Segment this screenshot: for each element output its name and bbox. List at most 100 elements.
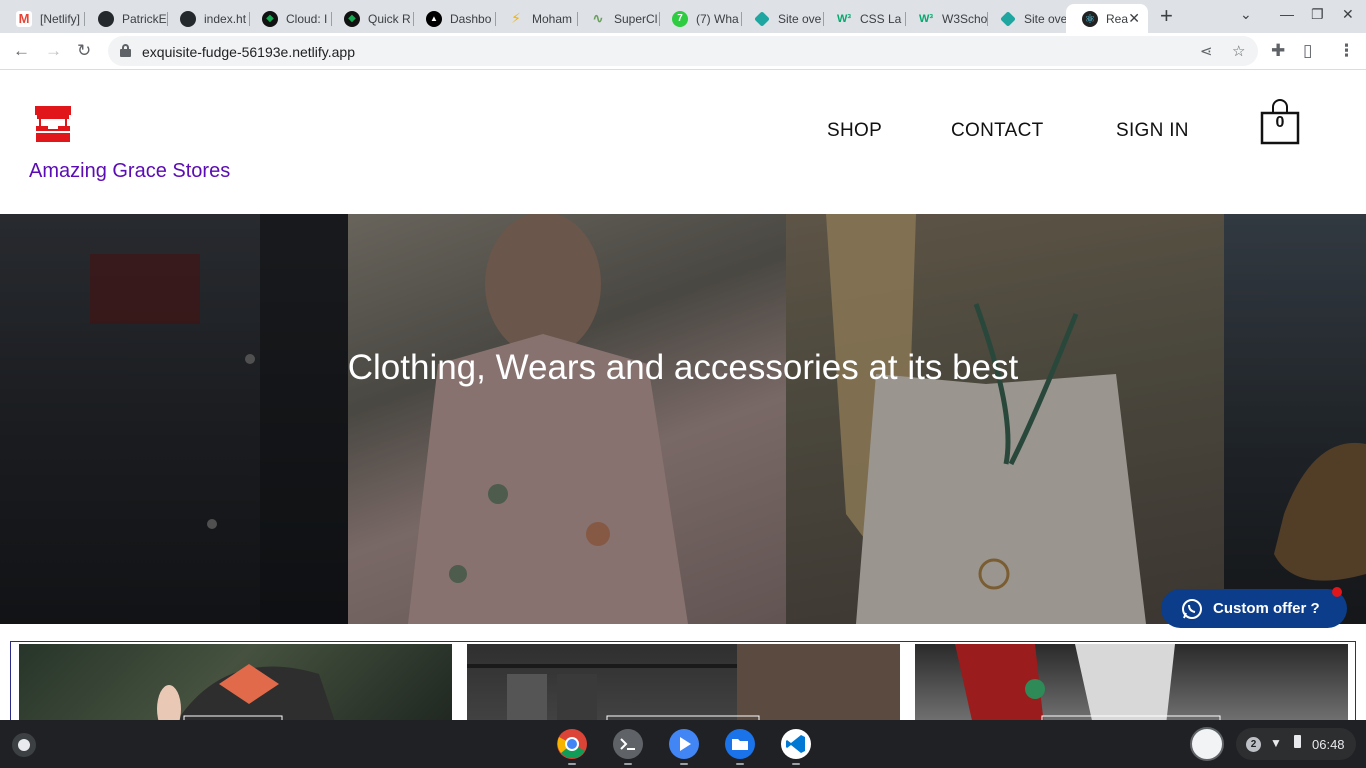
launcher-icon[interactable]: [12, 733, 36, 757]
app-running-indicator: [680, 763, 688, 765]
browser-tab[interactable]: ∿ SuperCl: [574, 4, 660, 33]
browser-tab[interactable]: ▲ Dashbo: [410, 4, 496, 33]
browser-tab[interactable]: ◆ Cloud: I: [246, 4, 332, 33]
tab-label: CSS La: [860, 11, 902, 26]
tab-label: PatrickE: [122, 11, 167, 26]
tab-label: Rea: [1106, 11, 1129, 26]
close-window-icon[interactable]: ✕: [1342, 6, 1354, 23]
browser-menu-icon[interactable]: ⋮: [1338, 41, 1355, 61]
battery-icon: [1294, 735, 1301, 748]
clock-time: 06:48: [1312, 737, 1345, 752]
extensions-puzzle-icon[interactable]: ✚: [1271, 41, 1285, 61]
side-panel-icon[interactable]: ▯: [1303, 41, 1312, 61]
cart-count: 0: [1275, 114, 1285, 131]
forward-icon[interactable]: →: [45, 41, 62, 61]
wifi-icon: ▼: [1270, 736, 1282, 750]
quora-icon: 7: [672, 10, 688, 27]
whatsapp-icon: [1182, 598, 1202, 619]
react-icon: ⚛: [1082, 10, 1098, 27]
hero-banner: Clothing, Wears and accessories at its b…: [0, 214, 1366, 624]
app-running-indicator: [792, 763, 800, 765]
tab-label: (7) Wha: [696, 11, 739, 26]
gmail-icon: M: [16, 10, 32, 27]
collection-card-hats[interactable]: [19, 644, 452, 720]
collections-section: [10, 641, 1356, 720]
app-running-indicator: [736, 763, 744, 765]
github-icon: [98, 10, 114, 27]
tab-label: Site ove: [1024, 11, 1068, 26]
tab-label: Site ove: [778, 11, 822, 26]
files-icon[interactable]: [724, 728, 756, 760]
browser-tab[interactable]: M [Netlify]: [0, 4, 85, 33]
cart-button[interactable]: 0: [1260, 99, 1300, 145]
browser-tab[interactable]: Site ove: [738, 4, 824, 33]
mongodb-leaf-icon: ◆: [262, 10, 278, 27]
collection-card-jackets[interactable]: [467, 644, 900, 720]
hats-card-image: [157, 664, 335, 720]
netlify-diamond-icon: [1000, 10, 1016, 27]
reload-icon[interactable]: ↻: [77, 41, 91, 61]
close-tab-icon[interactable]: ✕: [1128, 10, 1140, 27]
restore-window-icon[interactable]: ❐: [1311, 6, 1324, 23]
vscode-icon[interactable]: [780, 728, 812, 760]
collection-card-sneakers[interactable]: [915, 644, 1348, 720]
lightning-icon: ⚡: [511, 10, 521, 26]
play-icon[interactable]: [668, 728, 700, 760]
minimize-icon[interactable]: —: [1280, 6, 1294, 22]
browser-tab[interactable]: 7 (7) Wha: [656, 4, 742, 33]
web-page: Amazing Grace Stores SHOP CONTACT SIGN I…: [0, 71, 1366, 720]
netlify-diamond-icon: [754, 10, 770, 27]
brand-name[interactable]: Amazing Grace Stores: [29, 160, 230, 183]
tab-label: SuperCl: [614, 11, 658, 26]
new-tab-icon[interactable]: +: [1160, 5, 1173, 27]
nav-shop-link[interactable]: SHOP: [827, 120, 882, 142]
app-running-indicator: [568, 763, 576, 765]
nav-contact-link[interactable]: CONTACT: [951, 120, 1044, 142]
chrome-icon[interactable]: [556, 728, 588, 760]
terminal-icon[interactable]: [612, 728, 644, 760]
whatsapp-button-label: Custom offer ?: [1213, 600, 1320, 617]
whatsapp-custom-offer-button[interactable]: Custom offer ?: [1161, 587, 1347, 628]
tab-search-chevron-icon[interactable]: ⌄: [1240, 6, 1252, 23]
system-tray[interactable]: 2 ▼ 06:48: [1236, 728, 1356, 760]
jackets-card-image: [467, 644, 900, 720]
tab-label: index.ht: [204, 11, 247, 26]
store-logo-icon[interactable]: [34, 106, 72, 143]
browser-toolbar: ← → ↻ exquisite-fudge-56193e.netlify.app…: [0, 33, 1366, 70]
browser-tab-strip: M [Netlify] PatrickE index.ht ◆ Cloud: I…: [0, 0, 1366, 33]
tab-label: Dashbo: [450, 11, 492, 26]
hero-title: Clothing, Wears and accessories at its b…: [347, 348, 1019, 387]
tab-label: W3Scho: [942, 11, 988, 26]
mongodb-leaf-icon: ◆: [344, 10, 360, 27]
share-icon[interactable]: ⋖: [1200, 42, 1213, 60]
address-bar[interactable]: exquisite-fudge-56193e.netlify.app ⋖ ☆: [108, 36, 1258, 66]
sneakers-card-image: [955, 644, 1221, 720]
os-shelf: 2 ▼ 06:48: [0, 720, 1366, 768]
browser-tab[interactable]: Site ove: [984, 4, 1070, 33]
url-text[interactable]: exquisite-fudge-56193e.netlify.app: [142, 44, 355, 60]
browser-tab[interactable]: W³ W3Scho: [902, 4, 988, 33]
app-running-indicator: [624, 763, 632, 765]
notification-dot: [1332, 587, 1342, 597]
waveform-icon: ∿: [592, 10, 604, 26]
browser-tab[interactable]: index.ht: [164, 4, 250, 33]
tab-label: Moham: [532, 11, 573, 26]
tab-label: Cloud: I: [286, 11, 328, 26]
nav-signin-link[interactable]: SIGN IN: [1116, 120, 1189, 142]
bookmark-star-icon[interactable]: ☆: [1232, 42, 1245, 60]
back-icon[interactable]: ←: [13, 41, 30, 61]
browser-tab[interactable]: PatrickE: [82, 4, 168, 33]
browser-tab-active[interactable]: ⚛ Rea ✕: [1066, 4, 1148, 33]
w3schools-icon: W³: [918, 12, 934, 25]
browser-tab[interactable]: ◆ Quick R: [328, 4, 414, 33]
browser-tab[interactable]: ⚡ Moham: [492, 4, 578, 33]
tab-label: Quick R: [368, 11, 411, 26]
w3schools-icon: W³: [836, 12, 852, 25]
user-avatar[interactable]: [1190, 727, 1224, 761]
site-header: Amazing Grace Stores SHOP CONTACT SIGN I…: [0, 71, 1366, 214]
notification-count: 2: [1246, 737, 1261, 752]
browser-tab[interactable]: W³ CSS La: [820, 4, 906, 33]
github-icon: [180, 10, 196, 27]
hero-dark-overlay: [0, 214, 1366, 624]
lock-icon: [120, 44, 131, 57]
